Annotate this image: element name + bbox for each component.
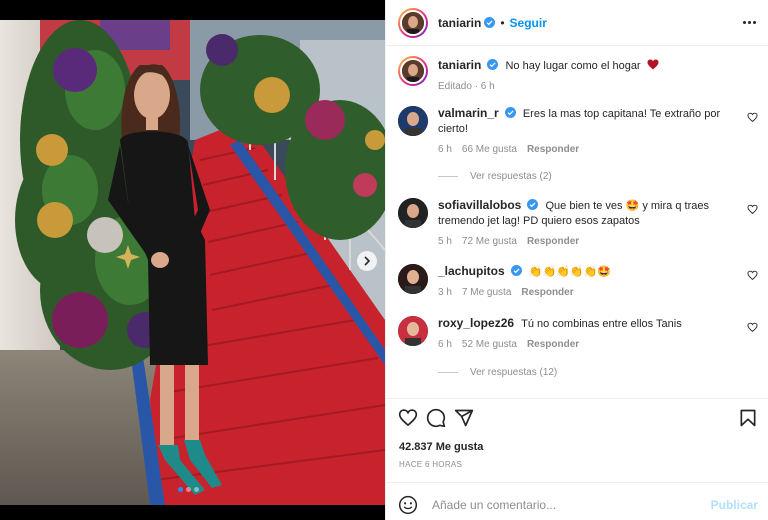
- comment-meta: 6 h 52 Me gusta Responder: [438, 337, 738, 352]
- post-photo[interactable]: [0, 0, 385, 520]
- next-arrow-button[interactable]: [357, 251, 377, 271]
- comment-likes[interactable]: 72 Me gusta: [462, 234, 517, 249]
- heart-icon[interactable]: [747, 112, 758, 123]
- avatar-image: [398, 264, 428, 294]
- avatar-image: [398, 316, 428, 346]
- heart-icon[interactable]: [747, 322, 758, 333]
- save-icon[interactable]: [738, 408, 758, 428]
- avatar-image: [402, 60, 424, 82]
- avatar-image: [398, 106, 428, 136]
- comment-text: 👏👏👏👏👏🤩: [528, 266, 611, 278]
- comment-time: 3 h: [438, 287, 452, 298]
- emoji-icon[interactable]: [398, 495, 418, 515]
- avatar[interactable]: [398, 7, 428, 38]
- view-replies-label: Ver respuestas (12): [470, 367, 558, 378]
- verified-icon: [527, 199, 539, 210]
- reply-button[interactable]: Responder: [527, 142, 579, 157]
- carousel-dot: [194, 487, 199, 492]
- caption-username[interactable]: taniarin: [438, 58, 481, 72]
- comment-icon[interactable]: [426, 408, 446, 428]
- comment-time: 6 h: [438, 144, 452, 155]
- comment-input[interactable]: Añade un comentario...: [432, 498, 556, 512]
- verified-icon: [510, 265, 522, 276]
- comment-likes[interactable]: 52 Me gusta: [462, 337, 517, 352]
- comment-time: 5 h: [438, 236, 452, 247]
- avatar-image: [402, 11, 424, 34]
- verified-icon: [484, 17, 496, 28]
- comment-likes[interactable]: 66 Me gusta: [462, 142, 517, 157]
- avatar[interactable]: [398, 198, 428, 228]
- comment-meta: 6 h 66 Me gusta Responder: [438, 142, 738, 157]
- comment-username[interactable]: valmarin_r: [438, 106, 499, 120]
- comment-text: Tú no combinas entre ellos Tanis: [521, 318, 682, 330]
- more-icon[interactable]: [743, 21, 756, 24]
- carousel-dot: [178, 487, 183, 492]
- comment-username[interactable]: roxy_lopez26: [438, 316, 514, 330]
- heart-emoji-icon: [647, 59, 659, 70]
- reply-button[interactable]: Responder: [527, 234, 579, 249]
- heart-icon[interactable]: [747, 204, 758, 215]
- separator: •: [500, 15, 505, 30]
- avatar[interactable]: [398, 264, 428, 294]
- comment-item: _lachupitos 👏👏👏👏👏🤩 3 h 7 Me gusta Respon…: [398, 264, 758, 300]
- carousel-dot: [186, 487, 191, 492]
- comment-time: 6 h: [438, 339, 452, 350]
- comment-username[interactable]: _lachupitos: [438, 264, 505, 278]
- caption: taniarin No hay lugar como el hogar Edit…: [398, 56, 758, 94]
- replies-line: [438, 176, 458, 177]
- action-bar: [398, 408, 758, 430]
- publish-button[interactable]: Publicar: [711, 498, 758, 512]
- comment-likes[interactable]: 7 Me gusta: [462, 285, 511, 300]
- photo-frame: [0, 20, 385, 505]
- photo-illustration: [0, 20, 385, 505]
- caption-meta: Editado · 6 h: [438, 79, 738, 94]
- divider: [386, 398, 768, 399]
- view-replies-label: Ver respuestas (2): [470, 171, 552, 182]
- post-header: taniarin • Seguir: [386, 0, 768, 46]
- comment-username[interactable]: sofiavillalobos: [438, 198, 521, 212]
- reply-button[interactable]: Responder: [527, 337, 579, 352]
- verified-icon: [504, 107, 516, 118]
- avatar-image: [398, 198, 428, 228]
- replies-line: [438, 372, 458, 373]
- reply-button[interactable]: Responder: [521, 285, 573, 300]
- edited-label: Editado · 6 h: [438, 81, 495, 92]
- verified-icon: [487, 59, 499, 70]
- avatar[interactable]: [398, 316, 428, 346]
- comment-item: roxy_lopez26 Tú no combinas entre ellos …: [398, 316, 758, 352]
- time-ago: HACE 6 HORAS: [399, 460, 463, 469]
- view-replies-button[interactable]: Ver respuestas (2): [438, 171, 552, 182]
- post-username[interactable]: taniarin: [438, 16, 481, 30]
- follow-button[interactable]: Seguir: [510, 16, 547, 30]
- view-replies-button[interactable]: Ver respuestas (12): [438, 367, 557, 378]
- caption-avatar[interactable]: [398, 56, 428, 86]
- divider: [386, 482, 768, 483]
- heart-icon[interactable]: [398, 408, 418, 428]
- comment-meta: 3 h 7 Me gusta Responder: [438, 285, 738, 300]
- add-comment-bar: Añade un comentario... Publicar: [398, 494, 758, 516]
- comment-meta: 5 h 72 Me gusta Responder: [438, 234, 738, 249]
- heart-icon[interactable]: [747, 270, 758, 281]
- avatar[interactable]: [398, 106, 428, 136]
- share-icon[interactable]: [454, 408, 474, 428]
- caption-text: No hay lugar como el hogar: [505, 60, 641, 72]
- likes-count[interactable]: 42.837 Me gusta: [399, 441, 483, 453]
- comment-item: valmarin_r Eres la mas top capitana! Te …: [398, 106, 758, 157]
- carousel-dots: [178, 487, 199, 492]
- comment-item: sofiavillalobos Que bien te ves 🤩 y mira…: [398, 198, 758, 249]
- post-panel: taniarin • Seguir taniarin No hay lugar …: [385, 0, 768, 520]
- next-arrow-icon: [364, 256, 371, 266]
